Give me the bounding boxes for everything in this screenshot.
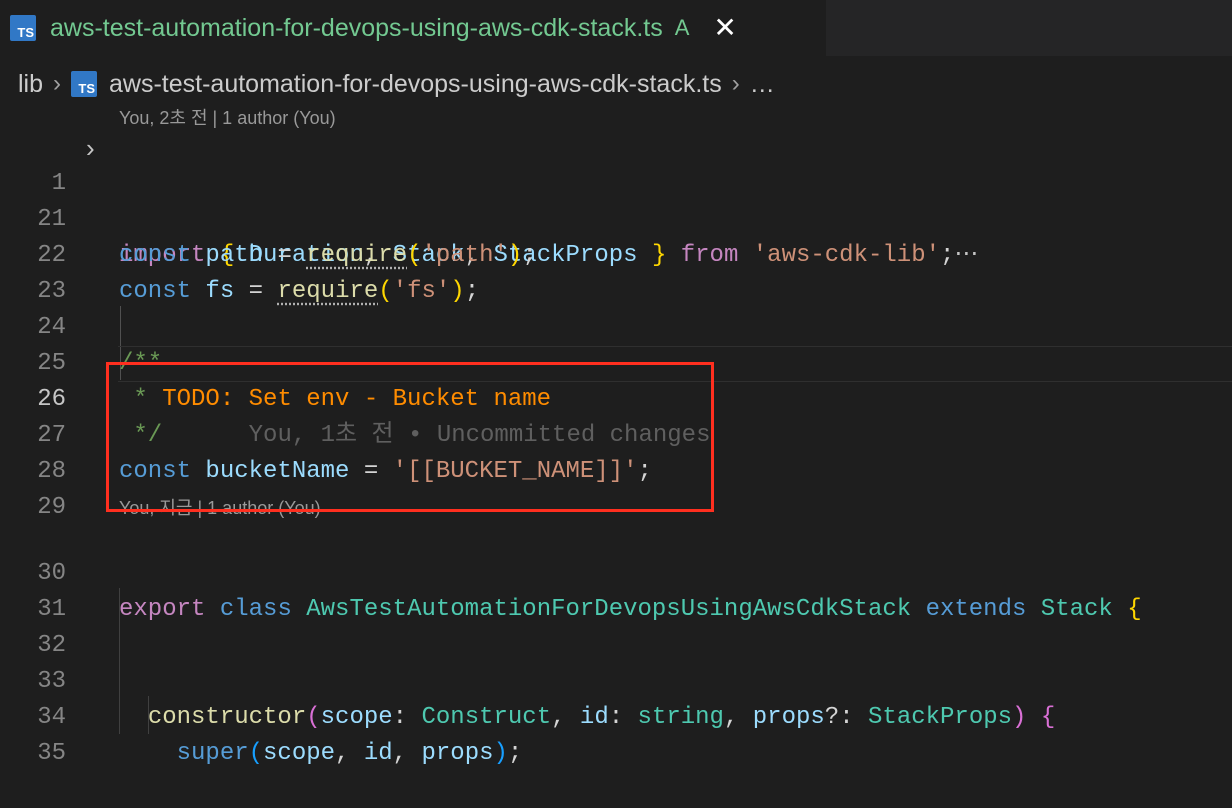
breadcrumb-symbols[interactable]: … — [750, 70, 775, 99]
token: scope — [263, 740, 336, 767]
highlight-annotation-box — [106, 362, 714, 512]
code-editor[interactable]: You, 2초 전 | 1 author (You) 1 › import { … — [0, 96, 1232, 767]
line-number: 35 — [37, 740, 66, 767]
breadcrumb-file[interactable]: aws-test-automation-for-devops-using-aws… — [109, 70, 722, 99]
token: , — [335, 740, 350, 767]
code-line: 25 * TODO: Set env - Bucket name — [0, 310, 1232, 413]
code-line: 34 super(scope, id, props); — [0, 664, 1232, 767]
token: super — [176, 740, 249, 767]
code-line: 31 — [0, 556, 1232, 623]
token: id — [363, 740, 393, 767]
close-icon[interactable]: ✕ — [713, 14, 736, 42]
token: , — [392, 740, 408, 767]
code-line: 22 const fs = require('fs'); — [0, 202, 1232, 305]
codelens-author[interactable]: You, 2초 전 | 1 author (You) — [119, 104, 336, 130]
token: ) — [493, 740, 508, 767]
breadcrumb-folder[interactable]: lib — [18, 70, 43, 99]
code-line: 30 export class AwsTestAutomationForDevo… — [0, 520, 1232, 623]
code-line: 33 constructor(scope: Construct, id: str… — [0, 628, 1232, 731]
token: ( — [248, 740, 264, 767]
editor-tab[interactable]: TS aws-test-automation-for-devops-using-… — [0, 0, 826, 56]
chevron-right-icon[interactable]: › — [86, 130, 95, 166]
chevron-right-icon: › — [53, 70, 62, 97]
chevron-right-icon: › — [731, 70, 740, 97]
code-line: 21 const path = require('path'); — [0, 166, 1232, 269]
code-line: 24 /** — [0, 274, 1232, 377]
tab-title[interactable]: aws-test-automation-for-devops-using-aws… — [50, 14, 663, 43]
typescript-file-icon: TS — [10, 15, 36, 41]
code-line: 1 › import { Duration, Stack, StackProps… — [0, 130, 1232, 269]
typescript-file-icon: TS — [71, 71, 98, 97]
code-line: 35 — [0, 700, 1232, 767]
token: props — [421, 740, 494, 767]
token: ; — [507, 740, 523, 767]
git-added-badge: A — [674, 15, 690, 40]
code-line: 23 — [0, 238, 1232, 305]
code-line: 32 — [0, 592, 1232, 659]
tab-bar: TS aws-test-automation-for-devops-using-… — [0, 0, 1232, 56]
